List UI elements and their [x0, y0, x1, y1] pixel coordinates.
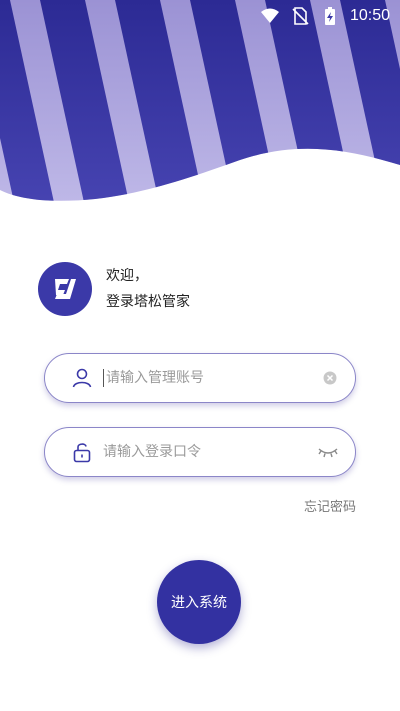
brand-section: 欢迎， 登录塔松管家 — [38, 262, 190, 316]
password-field[interactable] — [44, 427, 356, 477]
account-field[interactable] — [44, 353, 356, 403]
status-time: 10:50 — [349, 7, 390, 24]
login-button[interactable]: 进入系统 — [157, 560, 241, 644]
password-input[interactable] — [103, 437, 317, 467]
lock-icon — [73, 443, 91, 463]
greeting-line-2: 登录塔松管家 — [106, 294, 190, 310]
user-icon — [72, 368, 92, 388]
account-input[interactable] — [106, 363, 321, 393]
greeting-line-1: 欢迎， — [106, 268, 148, 284]
forgot-password-link[interactable]: 忘记密码 — [304, 496, 356, 515]
eye-closed-icon[interactable] — [317, 443, 339, 461]
striped-wave-background — [0, 0, 400, 201]
wifi-icon — [260, 8, 279, 23]
text-cursor — [103, 369, 104, 387]
no-sim-icon — [292, 7, 309, 25]
battery-charging-icon — [324, 7, 335, 25]
clear-icon[interactable] — [321, 369, 339, 387]
status-bar: 10:50 — [0, 0, 400, 32]
header-banner — [0, 0, 400, 230]
brand-logo-icon — [38, 262, 92, 316]
greeting-text: 欢迎， 登录塔松管家 — [106, 263, 190, 315]
